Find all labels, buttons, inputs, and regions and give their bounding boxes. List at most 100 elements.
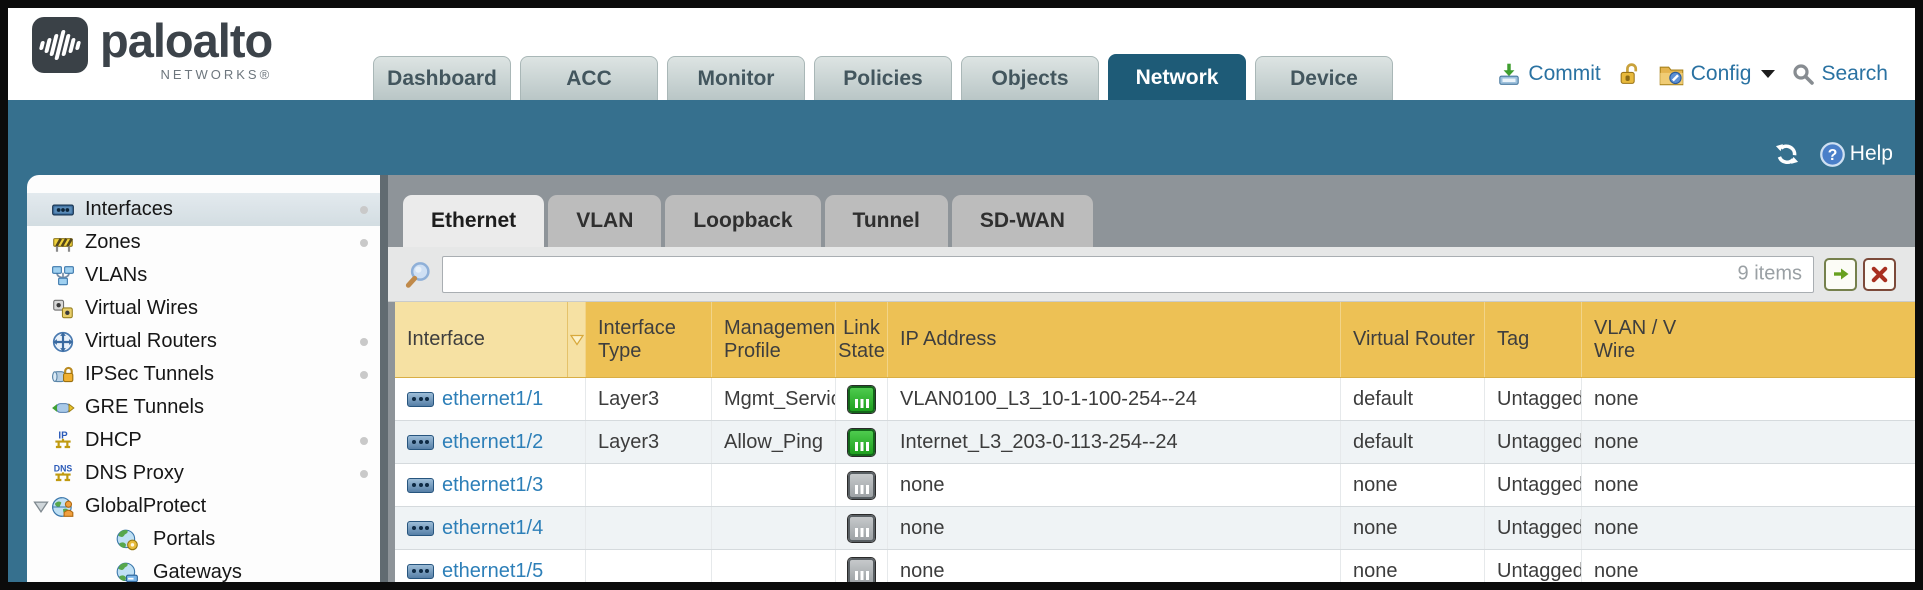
brand-name: paloalto: [100, 17, 272, 65]
tab-monitor[interactable]: Monitor: [667, 56, 805, 100]
sidebar-item-portals[interactable]: Portals: [27, 523, 380, 556]
sidebar-item-label: VLANs: [85, 264, 147, 287]
col-interface-type[interactable]: Interface Type: [585, 302, 711, 377]
cell-virtual-router: default: [1340, 421, 1484, 463]
ipsec-tunnels-icon: [51, 363, 75, 387]
vlans-icon: [51, 264, 75, 288]
sidebar-item-label: Interfaces: [85, 198, 173, 221]
sidebar-item-label: DHCP: [85, 429, 142, 452]
col-link-state[interactable]: Link State: [835, 302, 887, 377]
sort-indicator[interactable]: [567, 302, 585, 377]
table-row[interactable]: ethernet1/4 none none Untagged none: [395, 507, 1915, 550]
subtab-loopback[interactable]: Loopback: [665, 195, 820, 247]
sidebar-item-zones[interactable]: Zones: [27, 226, 380, 259]
col-tag[interactable]: Tag: [1484, 302, 1581, 377]
sidebar-item-vlans[interactable]: VLANs: [27, 259, 380, 292]
cell-tag: Untagged: [1484, 378, 1581, 420]
table-row[interactable]: ethernet1/1 Layer3 Mgmt_Services VLAN010…: [395, 378, 1915, 421]
sidebar-item-label: Gateways: [153, 561, 242, 582]
sidebar-item-dhcp[interactable]: IP DHCP: [27, 424, 380, 457]
tab-acc[interactable]: ACC: [520, 56, 658, 100]
col-vlan-wire[interactable]: VLAN / V Wire: [1581, 302, 1915, 377]
cell-tag: Untagged: [1484, 464, 1581, 506]
sidebar-item-dot: [360, 470, 368, 478]
col-interface[interactable]: Interface: [395, 302, 567, 377]
link-state-down-icon: [848, 515, 875, 542]
sidebar-item-dot: [360, 437, 368, 445]
interface-icon: [407, 564, 434, 579]
sidebar-item-dns-proxy[interactable]: DNS DNS Proxy: [27, 457, 380, 490]
table-header: Interface Interface Type Management Prof…: [395, 302, 1915, 378]
col-virtual-router[interactable]: Virtual Router: [1340, 302, 1484, 377]
refresh-icon[interactable]: [1773, 140, 1801, 168]
table-row[interactable]: ethernet1/5 none none Untagged none: [395, 550, 1915, 582]
portals-icon: [115, 528, 139, 552]
clear-filter-button[interactable]: [1863, 258, 1896, 291]
tab-dashboard[interactable]: Dashboard: [373, 56, 511, 100]
apply-arrow-icon: [1831, 264, 1851, 284]
sidebar-item-gre-tunnels[interactable]: GRE Tunnels: [27, 391, 380, 424]
tab-policies[interactable]: Policies: [814, 56, 952, 100]
search-button[interactable]: Search: [1791, 62, 1888, 86]
interface-link[interactable]: ethernet1/1: [442, 388, 543, 411]
collapse-triangle-icon[interactable]: [33, 500, 49, 513]
subtab-ethernet[interactable]: Ethernet: [403, 195, 544, 247]
tab-network[interactable]: Network: [1108, 54, 1246, 100]
interface-link[interactable]: ethernet1/4: [442, 517, 543, 540]
sidebar-item-interfaces[interactable]: Interfaces: [27, 193, 380, 226]
sidebar-item-label: Portals: [153, 528, 215, 551]
apply-filter-button[interactable]: [1824, 258, 1857, 291]
interface-link[interactable]: ethernet1/2: [442, 431, 543, 454]
brand-subtitle: NETWORKS®: [100, 67, 272, 82]
cell-mgmt-profile: Mgmt_Services: [711, 378, 835, 420]
cell-virtual-router: none: [1340, 464, 1484, 506]
cell-ip-address: Internet_L3_203-0-113-254--24: [887, 421, 1340, 463]
interface-link[interactable]: ethernet1/5: [442, 560, 543, 583]
subtab-tunnel[interactable]: Tunnel: [825, 195, 948, 247]
col-management-profile[interactable]: Management Profile: [711, 302, 835, 377]
cell-ip-address: none: [887, 507, 1340, 549]
main-nav-tabs: Dashboard ACC Monitor Policies Objects N…: [373, 54, 1393, 100]
interface-link[interactable]: ethernet1/3: [442, 474, 543, 497]
cell-tag: Untagged: [1484, 421, 1581, 463]
cell-vlan-wire: none: [1581, 550, 1915, 582]
svg-text:DNS: DNS: [54, 463, 73, 473]
tab-objects[interactable]: Objects: [961, 56, 1099, 100]
help-icon: ?: [1819, 141, 1846, 168]
sidebar-item-gateways[interactable]: Gateways: [27, 556, 380, 582]
config-menu[interactable]: Config: [1658, 61, 1776, 88]
cell-interface-type: [585, 464, 711, 506]
paloalto-logo-icon: [32, 17, 88, 73]
cell-interface-type: Layer3: [585, 378, 711, 420]
content-pane: Ethernet VLAN Loopback Tunnel SD-WAN 9 i…: [388, 175, 1915, 582]
cell-ip-address: none: [887, 464, 1340, 506]
cell-mgmt-profile: Allow_Ping: [711, 421, 835, 463]
cell-virtual-router: none: [1340, 550, 1484, 582]
cell-ip-address: VLAN0100_L3_10-1-100-254--24: [887, 378, 1340, 420]
cell-vlan-wire: none: [1581, 464, 1915, 506]
help-link[interactable]: ? Help: [1819, 141, 1893, 168]
dhcp-icon: IP: [51, 429, 75, 453]
sidebar-item-label: GRE Tunnels: [85, 396, 204, 419]
sidebar-item-virtual-routers[interactable]: Virtual Routers: [27, 325, 380, 358]
commit-button[interactable]: Commit: [1496, 61, 1600, 87]
interface-type-tabs: Ethernet VLAN Loopback Tunnel SD-WAN: [388, 175, 1915, 247]
tab-device[interactable]: Device: [1255, 56, 1393, 100]
interface-icon: [407, 392, 434, 407]
cell-virtual-router: default: [1340, 378, 1484, 420]
interface-icon: [407, 521, 434, 536]
workspace: Interfaces Zones VLANs: [8, 175, 1915, 582]
sidebar-item-dot: [360, 371, 368, 379]
subtab-vlan[interactable]: VLAN: [548, 195, 661, 247]
lock-icon[interactable]: [1617, 62, 1642, 87]
filter-input[interactable]: [442, 256, 1814, 293]
sidebar-item-virtual-wires[interactable]: Virtual Wires: [27, 292, 380, 325]
cell-mgmt-profile: [711, 507, 835, 549]
table-row[interactable]: ethernet1/3 none none Untagged none: [395, 464, 1915, 507]
sidebar-item-globalprotect[interactable]: GlobalProtect: [27, 490, 380, 523]
pane-splitter[interactable]: [380, 175, 388, 582]
subtab-sdwan[interactable]: SD-WAN: [952, 195, 1093, 247]
table-row[interactable]: ethernet1/2 Layer3 Allow_Ping Internet_L…: [395, 421, 1915, 464]
col-ip-address[interactable]: IP Address: [887, 302, 1340, 377]
sidebar-item-ipsec-tunnels[interactable]: IPSec Tunnels: [27, 358, 380, 391]
